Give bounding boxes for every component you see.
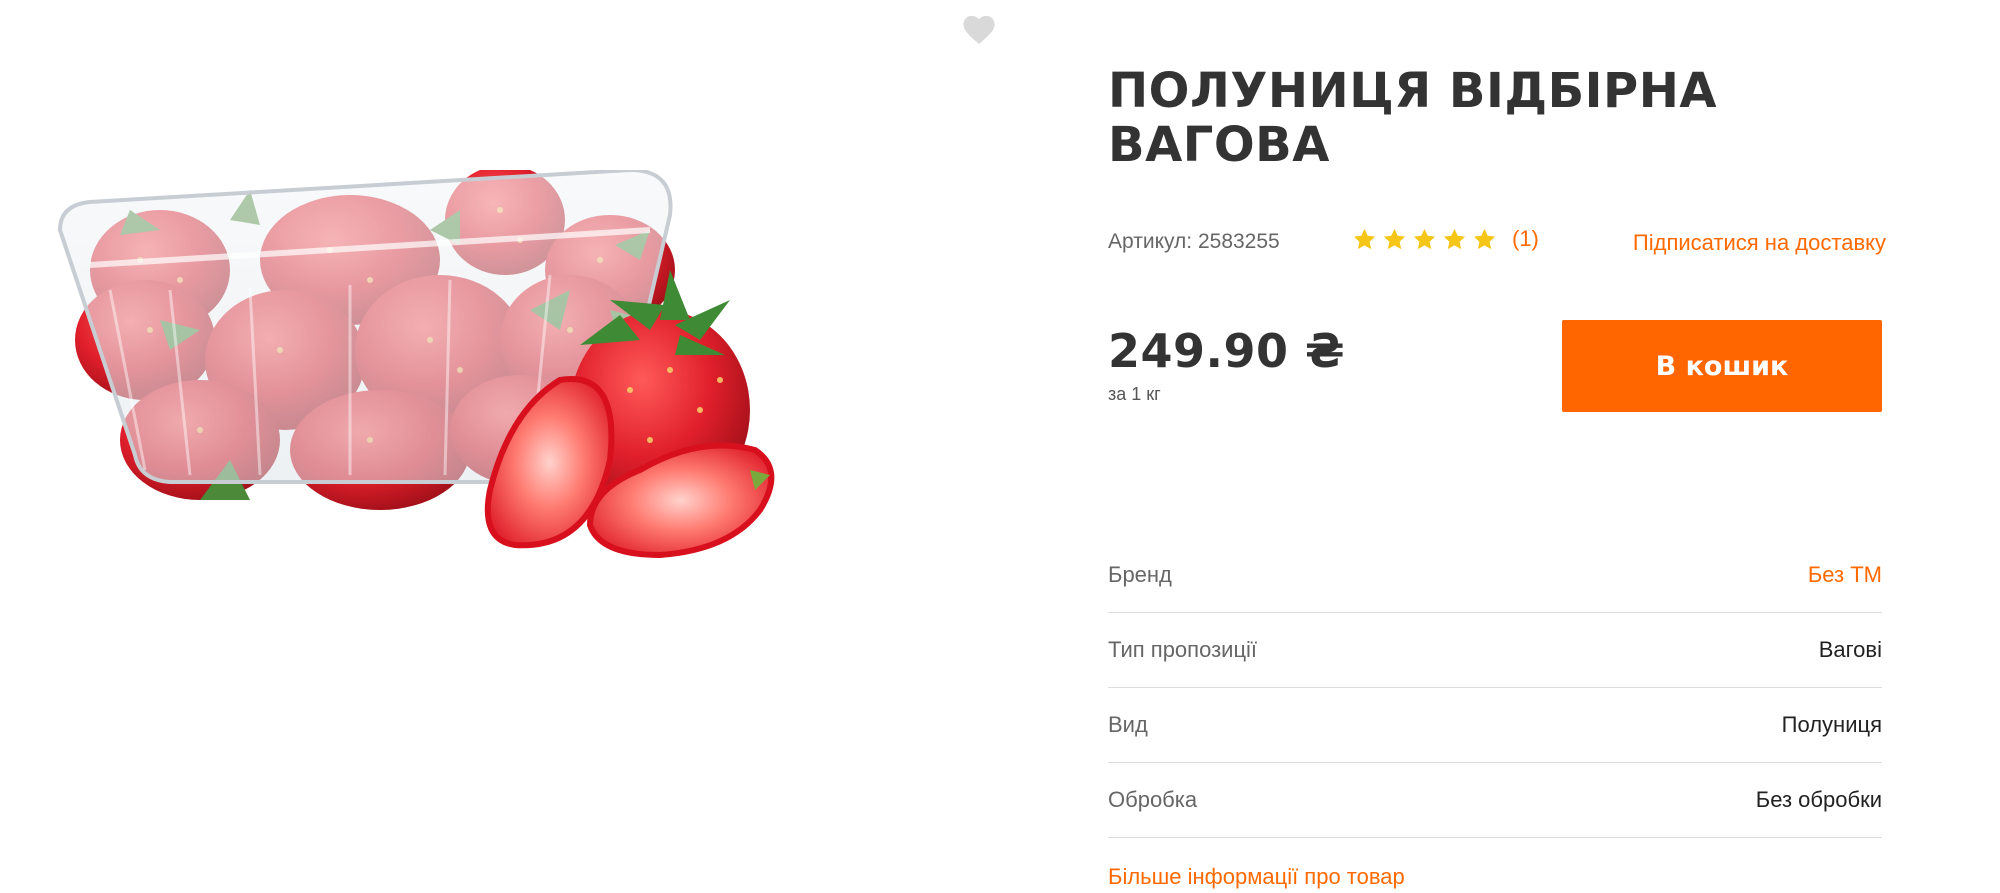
brand-link[interactable]: Без ТМ bbox=[1808, 562, 1882, 588]
property-row: Тип пропозиції Вагові bbox=[1108, 613, 1882, 688]
add-to-cart-button[interactable]: В кошик bbox=[1562, 320, 1882, 412]
sku-label: Артикул: bbox=[1108, 230, 1193, 253]
property-value: Полуниця bbox=[1781, 712, 1882, 737]
star-icon bbox=[1443, 228, 1466, 249]
star-icon bbox=[1473, 228, 1496, 249]
star-icon bbox=[1413, 228, 1436, 249]
product-title: ПОЛУНИЦЯ ВІДБІРНА ВАГОВА bbox=[1108, 63, 1718, 173]
property-row: Обробка Без обробки bbox=[1108, 763, 1882, 838]
property-value: Без обробки bbox=[1755, 787, 1882, 812]
product-info: ПОЛУНИЦЯ ВІДБІРНА ВАГОВА Артикул: 258325… bbox=[1108, 0, 1886, 893]
price-unit: за 1 кг bbox=[1108, 384, 1161, 404]
property-label: Бренд bbox=[1108, 562, 1172, 587]
property-label: Обробка bbox=[1108, 787, 1198, 812]
property-label: Тип пропозиції bbox=[1108, 637, 1258, 662]
product-properties: Бренд Без ТМ Тип пропозиції Вагові Вид П… bbox=[1108, 538, 1882, 838]
product-image bbox=[57, 170, 775, 559]
product-meta: Артикул: 2583255 (1) Підписатися на дост… bbox=[1108, 226, 1886, 256]
property-row: Бренд Без ТМ bbox=[1108, 538, 1882, 613]
subscribe-delivery-link[interactable]: Підписатися на доставку bbox=[1633, 230, 1886, 256]
star-icon bbox=[1353, 228, 1376, 249]
more-info-link[interactable]: Більше інформації про товар bbox=[1108, 864, 1405, 890]
star-icon bbox=[1383, 228, 1406, 249]
property-label: Вид bbox=[1108, 712, 1148, 737]
heart-icon[interactable] bbox=[962, 14, 996, 46]
price: 249.90 ₴ bbox=[1108, 324, 1346, 378]
rating-count[interactable]: (1) bbox=[1512, 226, 1539, 252]
sku-value: 2583255 bbox=[1197, 230, 1280, 253]
property-row: Вид Полуниця bbox=[1108, 688, 1882, 763]
sku: Артикул: 2583255 bbox=[1108, 230, 1280, 254]
property-value: Вагові bbox=[1818, 637, 1882, 662]
rating[interactable]: (1) bbox=[1352, 226, 1539, 252]
